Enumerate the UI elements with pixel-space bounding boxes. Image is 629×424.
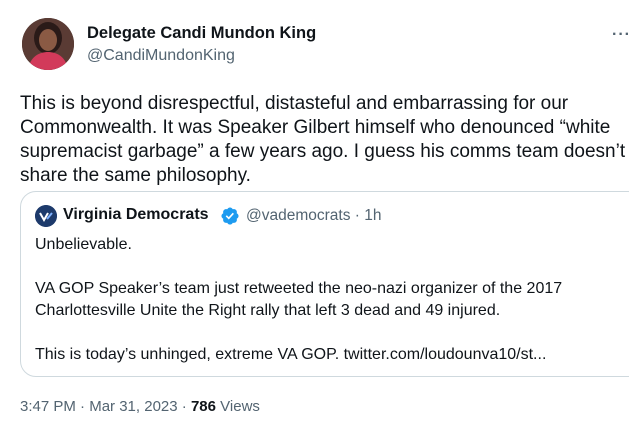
quoted-author-avatar [35,205,57,227]
views-label: Views [220,398,260,415]
quoted-text-line [35,256,562,278]
quoted-author-name: Virginia Democrats [63,206,209,223]
tweet-text-line: Commonwealth. It was Speaker Gilbert him… [20,117,611,138]
quoted-text-line [35,322,562,344]
quoted-text-line: This is today’s unhinged, extreme VA GOP… [35,346,547,363]
quoted-tweet[interactable]: Virginia Democrats @vademocrats · 1h Unb… [20,191,629,377]
separator-dot: · [177,398,191,415]
quoted-author-meta: @vademocrats · 1h [246,207,382,225]
quoted-author-handle: @vademocrats [246,207,351,224]
author-avatar-image [22,18,74,70]
quoted-text-line: Charlottesville Unite the Right rally th… [35,302,501,319]
quoted-text-line: VA GOP Speaker’s team just retweeted the… [35,280,563,297]
tweet-meta: 3:47 PM · Mar 31, 2023 · 786 Views [20,398,260,415]
tweet-text-line: supremacist garbage” a few years ago. I … [20,141,626,162]
tweet-time[interactable]: 3:47 PM [20,398,76,415]
separator-dot: · [350,207,365,224]
va-democrats-logo-icon [35,205,57,227]
author-name[interactable]: Delegate Candi Mundon King [87,24,316,43]
quoted-text-line: Unbelievable. [35,236,132,253]
tweet-text-line: share the same philosophy. [20,165,251,186]
quoted-tweet-text: Unbelievable. VA GOP Speaker’s team just… [35,234,562,366]
author-handle[interactable]: @CandiMundonKing [87,47,235,65]
views-count: 786 [190,398,216,415]
tweet-date[interactable]: Mar 31, 2023 [89,398,177,415]
tweet-text: This is beyond disrespectful, distastefu… [20,92,629,188]
verified-badge-icon [221,207,239,225]
separator-dot: · [75,398,90,415]
tweet-text-line: This is beyond disrespectful, distastefu… [20,93,569,114]
quoted-tweet-time[interactable]: 1h [364,207,381,224]
author-avatar[interactable] [22,18,74,70]
more-options-icon[interactable]: ··· [612,26,629,46]
